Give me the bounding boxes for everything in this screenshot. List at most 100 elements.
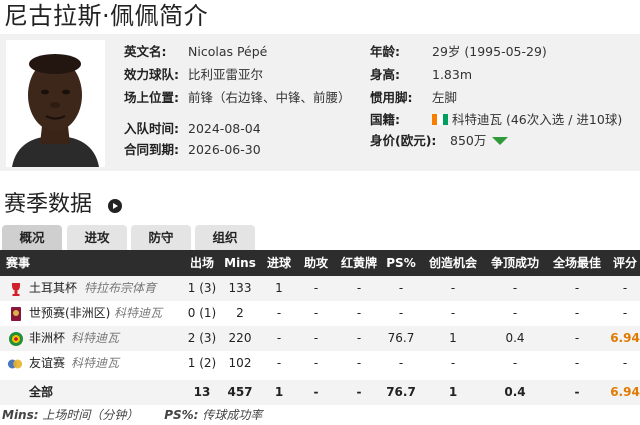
contract-label: 合同到期: bbox=[124, 142, 179, 157]
header-apps[interactable]: 出场 bbox=[182, 250, 222, 276]
competition-name[interactable]: 非洲杯 bbox=[29, 326, 65, 351]
english-name-label: 英文名: bbox=[124, 44, 167, 59]
header-ps[interactable]: PS% bbox=[382, 250, 420, 276]
cell-mins: 220 bbox=[228, 331, 252, 345]
competition-name[interactable]: 土耳其杯 bbox=[29, 276, 77, 301]
table-row: 友谊赛 科特迪瓦 1 (2) 102 - - - - - - - - bbox=[0, 351, 640, 376]
cell-chances: 1 bbox=[448, 385, 458, 399]
nation-label: 国籍: bbox=[370, 112, 400, 127]
cell-assists: - bbox=[313, 331, 319, 345]
foot-value: 左脚 bbox=[432, 90, 458, 105]
team-name[interactable]: 科特迪瓦 bbox=[114, 301, 162, 326]
cell-cards: - bbox=[356, 385, 362, 399]
cell-ps: - bbox=[398, 281, 404, 295]
cell-goals: 1 bbox=[274, 385, 284, 399]
player-photo bbox=[6, 40, 105, 167]
page-title: 尼古拉斯·佩佩简介 bbox=[4, 2, 209, 30]
header-goals[interactable]: 进球 bbox=[260, 250, 298, 276]
down-arrow-icon bbox=[492, 137, 509, 145]
cell-mins: 457 bbox=[227, 385, 253, 399]
header-motm[interactable]: 全场最佳 bbox=[548, 250, 606, 276]
tab-attack[interactable]: 进攻 bbox=[67, 225, 127, 250]
cell-apps: 1 (2) bbox=[187, 356, 217, 370]
section-title-season: 赛季数据 bbox=[4, 192, 93, 217]
header-aerials[interactable]: 争顶成功 bbox=[486, 250, 544, 276]
header-mins[interactable]: Mins bbox=[222, 250, 258, 276]
header-competition: 赛事 bbox=[6, 256, 31, 270]
footnote-ps-desc: 传球成功率 bbox=[202, 408, 263, 422]
team-name[interactable]: 科特迪瓦 bbox=[71, 351, 119, 376]
tab-organize[interactable]: 组织 bbox=[195, 225, 255, 250]
cell-assists: - bbox=[313, 385, 319, 399]
flag-stripe-green bbox=[442, 114, 448, 125]
team-name[interactable]: 科特迪瓦 bbox=[71, 326, 119, 351]
footnote-mins-key: Mins: bbox=[2, 408, 39, 422]
cell-mins: 2 bbox=[236, 306, 244, 320]
season-tabs: 概况 进攻 防守 组织 bbox=[0, 225, 640, 250]
contract-row: 合同到期: 2026-06-30 bbox=[124, 142, 364, 158]
cell-mins: 102 bbox=[228, 356, 252, 370]
cell-chances: 1 bbox=[449, 331, 457, 345]
cell-rating: 6.94 bbox=[610, 331, 640, 345]
competition-name[interactable]: 世预赛(非洲区) bbox=[29, 301, 110, 326]
cell-mins: 133 bbox=[228, 281, 252, 295]
cell-assists: - bbox=[313, 356, 319, 370]
cell-chances: - bbox=[450, 306, 456, 320]
position-row: 场上位置: 前锋（右边锋、中锋、前腰） bbox=[124, 90, 364, 106]
header-rating[interactable]: 评分 bbox=[610, 250, 640, 276]
position-value: 前锋（右边锋、中锋、前腰） bbox=[188, 90, 351, 105]
afcon-icon bbox=[9, 332, 23, 346]
value-row: 身价(欧元): 850万 bbox=[370, 133, 630, 149]
total-label: 全部 bbox=[29, 385, 54, 399]
market-value-text: 850万 bbox=[450, 133, 487, 148]
cell-ps: - bbox=[398, 306, 404, 320]
header-cards[interactable]: 红黄牌 bbox=[336, 250, 382, 276]
cell-chances: - bbox=[450, 356, 456, 370]
cell-apps: 2 (3) bbox=[187, 331, 217, 345]
cell-goals: 1 bbox=[275, 281, 283, 295]
table-footnote: Mins: 上场时间（分钟） PS%: 传球成功率 bbox=[2, 406, 284, 423]
joined-label: 入队时间: bbox=[124, 121, 179, 136]
cell-aerials: - bbox=[512, 356, 518, 370]
cell-rating: 6.94 bbox=[610, 385, 640, 399]
player-profile-panel: 英文名: Nicolas Pépé 效力球队: 比利亚雷亚尔 场上位置: 前锋（… bbox=[0, 34, 640, 171]
height-value: 1.83m bbox=[432, 67, 473, 82]
tab-overview[interactable]: 概况 bbox=[2, 225, 62, 250]
cell-chances: - bbox=[450, 281, 456, 295]
club-value[interactable]: 比利亚雷亚尔 bbox=[188, 67, 263, 83]
friendly-icon bbox=[7, 359, 23, 369]
foot-label: 惯用脚: bbox=[370, 90, 413, 105]
cell-apps: 1 (3) bbox=[187, 281, 217, 295]
position-label: 场上位置: bbox=[124, 90, 179, 105]
cell-ps: 76.7 bbox=[387, 331, 415, 345]
height-label: 身高: bbox=[370, 67, 400, 82]
age-value: 29岁 (1995-05-29) bbox=[432, 44, 547, 59]
header-chances[interactable]: 创造机会 bbox=[424, 250, 482, 276]
cell-assists: - bbox=[313, 306, 319, 320]
cell-cards: - bbox=[356, 281, 362, 295]
cell-ps: 76.7 bbox=[386, 385, 416, 399]
nation-row: 国籍: 科特迪瓦 (46次入选 / 进10球) bbox=[370, 112, 630, 128]
foot-row: 惯用脚: 左脚 bbox=[370, 90, 630, 106]
tab-defense[interactable]: 防守 bbox=[131, 225, 191, 250]
cell-cards: - bbox=[356, 356, 362, 370]
competition-name[interactable]: 友谊赛 bbox=[29, 351, 65, 376]
cell-cards: - bbox=[356, 306, 362, 320]
cell-aerials: - bbox=[512, 281, 518, 295]
cell-goals: - bbox=[276, 356, 282, 370]
cell-aerials: - bbox=[512, 306, 518, 320]
cell-assists: - bbox=[313, 281, 319, 295]
header-assists[interactable]: 助攻 bbox=[297, 250, 335, 276]
table-row: 土耳其杯 特拉布宗体育 1 (3) 133 1 - - - - - - - bbox=[0, 276, 640, 301]
joined-value: 2024-08-04 bbox=[188, 121, 261, 136]
contract-value: 2026-06-30 bbox=[188, 142, 261, 157]
cell-apps: 13 bbox=[193, 385, 211, 399]
stats-table-header: 赛事 出场 Mins 进球 助攻 红黄牌 PS% 创造机会 争顶成功 全场最佳 … bbox=[0, 250, 640, 276]
cell-rating: - bbox=[622, 356, 628, 370]
nation-text[interactable]: 科特迪瓦 (46次入选 / 进10球) bbox=[452, 112, 622, 127]
ivory-coast-flag-icon bbox=[432, 114, 448, 125]
team-name[interactable]: 特拉布宗体育 bbox=[84, 276, 156, 301]
arrow-right-circle-icon[interactable] bbox=[108, 199, 122, 213]
table-row: 非洲杯 科特迪瓦 2 (3) 220 - - - 76.7 1 0.4 - 6.… bbox=[0, 326, 640, 351]
market-value-label: 身价(欧元): bbox=[370, 133, 437, 148]
